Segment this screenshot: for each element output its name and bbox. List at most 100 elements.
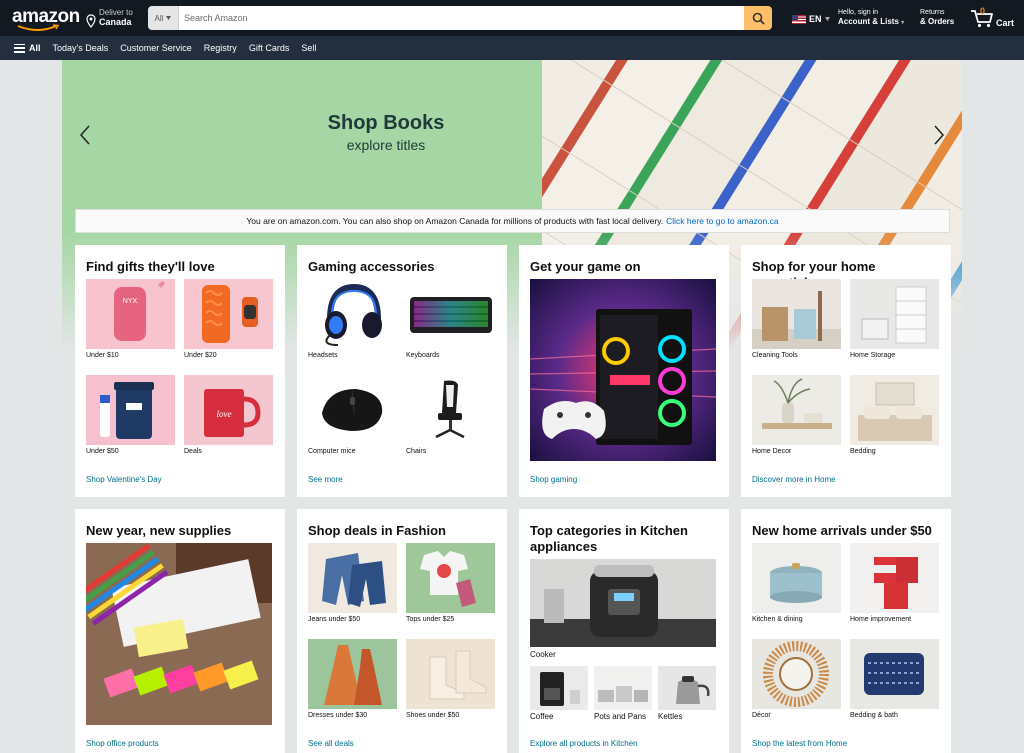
- tops-image: [406, 543, 495, 613]
- all-menu-button[interactable]: All: [14, 43, 41, 53]
- love-mug-image: love: [184, 375, 273, 445]
- cart-button[interactable]: 0 Cart: [970, 6, 1014, 28]
- fashion-dresses[interactable]: Dresses under $30: [308, 639, 397, 719]
- office-supplies-image[interactable]: [86, 543, 272, 725]
- caret-down-icon: [166, 16, 172, 20]
- home-storage-image: [850, 279, 939, 349]
- pots-pans-image: [594, 666, 652, 710]
- card-title: Get your game on: [530, 259, 641, 274]
- deliver-to[interactable]: Deliver to Canada: [86, 8, 133, 28]
- subnav-gift-cards[interactable]: Gift Cards: [249, 43, 290, 53]
- kitchen-coffee[interactable]: Coffee: [530, 666, 588, 721]
- search-category-dropdown[interactable]: All: [148, 6, 179, 30]
- subnav-customer-service[interactable]: Customer Service: [120, 43, 192, 53]
- fashion-jeans[interactable]: Jeans under $50: [308, 543, 397, 623]
- shop-valentines-link[interactable]: Shop Valentine's Day: [86, 475, 162, 484]
- cart-count: 0: [980, 6, 986, 16]
- amazon-logo[interactable]: amazon: [12, 6, 80, 32]
- paint-cans-image: [850, 543, 939, 613]
- gift-under-50[interactable]: Under $50: [86, 375, 175, 455]
- gift-deals[interactable]: love Deals: [184, 375, 273, 455]
- subnav-todays-deals[interactable]: Today's Deals: [53, 43, 109, 53]
- top-nav: amazon Deliver to Canada All EN: [0, 0, 1024, 36]
- card-get-your-game-on: Get your game on Shop gaming: [519, 245, 729, 497]
- carousel-next-icon[interactable]: [932, 124, 946, 146]
- account-lists[interactable]: Hello, sign in Account & Lists ▾: [838, 8, 904, 28]
- arrivals-kitchen-dining[interactable]: Kitchen & dining: [752, 543, 841, 623]
- home-bedding[interactable]: Bedding: [850, 375, 939, 455]
- dutch-oven-image: [752, 543, 841, 613]
- dresses-image: [308, 639, 397, 709]
- card-fashion-deals: Shop deals in Fashion Jeans under $50 To…: [297, 509, 507, 753]
- arrivals-bedding-bath[interactable]: Bedding & bath: [850, 639, 939, 719]
- returns-orders[interactable]: Returns & Orders: [920, 8, 954, 27]
- kitchen-kettles[interactable]: Kettles: [658, 666, 716, 721]
- card-find-gifts: Find gifts they'll love NYX Under $10 Un…: [75, 245, 285, 497]
- discover-home-link[interactable]: Discover more in Home: [752, 475, 836, 484]
- kitchen-pots-pans[interactable]: Pots and Pans: [594, 666, 652, 721]
- gaming-chair-image: [406, 375, 495, 445]
- headset-image: [308, 279, 397, 349]
- keyboard-image: [406, 279, 495, 349]
- hamburger-icon: [14, 43, 25, 53]
- card-title: Shop deals in Fashion: [308, 523, 446, 538]
- card-new-home-arrivals: New home arrivals under $50 Kitchen & di…: [741, 509, 951, 753]
- card-title: Find gifts they'll love: [86, 259, 215, 274]
- see-all-deals-link[interactable]: See all deals: [308, 739, 354, 748]
- go-to-amazon-ca-link[interactable]: Click here to go to amazon.ca: [666, 216, 778, 226]
- sub-nav: All Today's Deals Customer Service Regis…: [0, 36, 1024, 60]
- svg-text:love: love: [217, 409, 232, 419]
- gift-under-10[interactable]: NYX Under $10: [86, 279, 175, 359]
- gaming-see-more-link[interactable]: See more: [308, 475, 343, 484]
- home-decor-image: [752, 375, 841, 445]
- gift-under-20[interactable]: Under $20: [184, 279, 273, 359]
- gaming-keyboards[interactable]: Keyboards: [406, 279, 495, 359]
- gaming-computer-mice[interactable]: Computer mice: [308, 375, 397, 455]
- shop-latest-home-link[interactable]: Shop the latest from Home: [752, 739, 847, 748]
- caret-down-icon: [824, 17, 830, 21]
- pressure-cooker-image: [530, 559, 716, 647]
- hero-subtitle: explore titles: [346, 137, 426, 153]
- gaming-chairs[interactable]: Chairs: [406, 375, 495, 455]
- card-title: New home arrivals under $50: [752, 523, 932, 538]
- jeans-image: [308, 543, 397, 613]
- card-new-year-supplies: New year, new supplies Shop office produ…: [75, 509, 285, 753]
- pillow-image: [850, 639, 939, 709]
- shop-office-products-link[interactable]: Shop office products: [86, 739, 159, 748]
- kitchen-cooker[interactable]: Cooker: [530, 559, 716, 659]
- gaming-pc-image[interactable]: [530, 279, 716, 461]
- search-input[interactable]: [179, 6, 744, 30]
- card-kitchen-appliances: Top categories in Kitchen appliances Coo…: [519, 509, 729, 753]
- gaming-headsets[interactable]: Headsets: [308, 279, 397, 359]
- carousel-prev-icon[interactable]: [78, 124, 92, 146]
- shop-gaming-link[interactable]: Shop gaming: [530, 475, 577, 484]
- cleaning-tools-image: [752, 279, 841, 349]
- language-selector[interactable]: EN: [792, 14, 830, 24]
- subnav-sell[interactable]: Sell: [301, 43, 316, 53]
- fashion-tops[interactable]: Tops under $25: [406, 543, 495, 623]
- shoes-image: [406, 639, 495, 709]
- kettle-image: [658, 666, 716, 710]
- search-bar: All: [148, 6, 772, 30]
- explore-kitchen-link[interactable]: Explore all products in Kitchen: [530, 739, 638, 748]
- card-home-essentials: Shop for your home essentials Cleaning T…: [741, 245, 951, 497]
- sunburst-mirror-image: [752, 639, 841, 709]
- card-title: Top categories in Kitchen appliances: [530, 523, 688, 554]
- card-title: Gaming accessories: [308, 259, 435, 274]
- arrivals-home-improvement[interactable]: Home improvement: [850, 543, 939, 623]
- search-button[interactable]: [744, 6, 772, 30]
- card-title: New year, new supplies: [86, 523, 232, 538]
- home-decor[interactable]: Home Decor: [752, 375, 841, 455]
- search-icon: [752, 12, 765, 25]
- smile-icon: [17, 24, 60, 31]
- home-storage[interactable]: Home Storage: [850, 279, 939, 359]
- svg-text:NYX: NYX: [123, 298, 138, 305]
- home-cleaning-tools[interactable]: Cleaning Tools: [752, 279, 841, 359]
- location-pin-icon: [86, 14, 96, 28]
- mouse-image: [308, 375, 397, 445]
- arrivals-decor[interactable]: Décor: [752, 639, 841, 719]
- hero-title: Shop Books: [327, 112, 445, 134]
- subnav-registry[interactable]: Registry: [204, 43, 237, 53]
- nyx-product-image: NYX: [86, 279, 175, 349]
- fashion-shoes[interactable]: Shoes under $50: [406, 639, 495, 719]
